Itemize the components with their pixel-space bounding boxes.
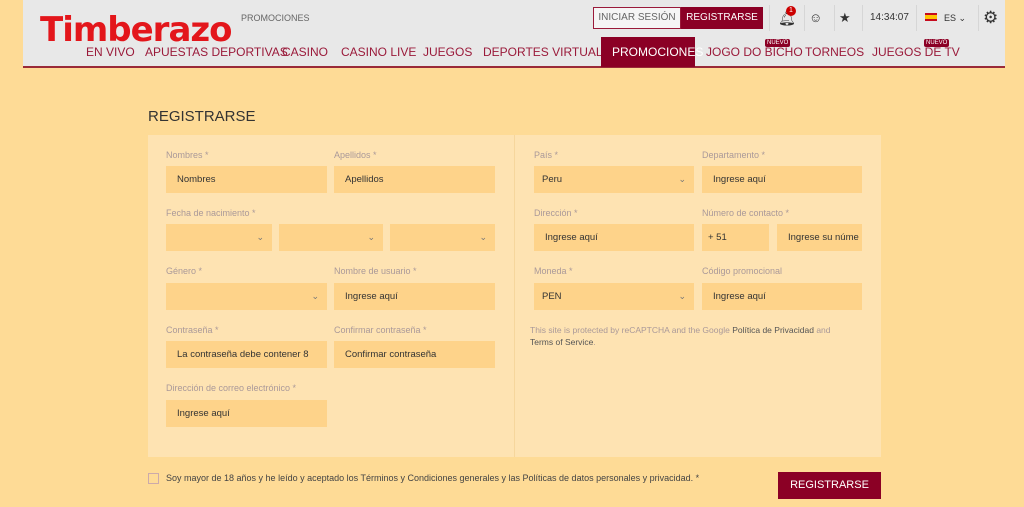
page-title: REGISTRARSE [148,108,256,125]
registration-form: Nombres * Nombres Apellidos * Apellidos … [148,135,881,457]
chevron-down-icon: ⌄ [678,291,686,301]
legal-text: This site is protected by reCAPTCHA and … [530,325,733,335]
breadcrumb: PROMOCIONES [241,13,310,23]
confirm-password-input[interactable]: Confirmar contraseña [334,341,495,368]
pais-value: Peru [542,174,563,185]
chevron-down-icon: ⌄ [678,174,686,184]
new-badge: NUEVO [924,39,950,47]
confirm-password-label: Confirmar contraseña * [334,325,427,335]
email-input[interactable]: Ingrese aquí [166,400,327,427]
email-label: Dirección de correo electrónico * [166,383,297,393]
divider [978,5,979,31]
nav-en-vivo[interactable]: EN VIVO [86,37,135,67]
contacto-label: Número de contacto * [702,208,790,218]
header: Timberazo PROMOCIONES INICIAR SESIÓN REG… [23,0,1005,68]
departamento-input[interactable]: Ingrese aquí [702,166,862,193]
apellidos-input[interactable]: Apellidos [334,166,495,193]
phone-prefix-input[interactable]: + 51 [702,224,769,251]
nav-torneos[interactable]: TORNEOS [805,37,864,67]
divider [769,5,770,31]
chevron-down-icon: ⌄ [311,291,319,301]
nombres-input[interactable]: Nombres [166,166,327,193]
moneda-select[interactable]: PEN ⌄ [534,283,694,310]
register-button[interactable]: REGISTRARSE [681,7,763,29]
phone-number-input[interactable]: Ingrese su núme [777,224,862,251]
notification-badge: 1 [786,6,796,16]
support-agent-icon[interactable]: ☺ [809,7,822,29]
genero-label: Género * [166,266,203,276]
password-input[interactable]: La contraseña debe contener 8 [166,341,327,368]
spain-flag-icon [925,13,937,21]
birth-year-select[interactable]: ⌄ [390,224,495,251]
moneda-label: Moneda * [534,266,573,276]
legal-text: . [593,337,596,347]
chevron-down-icon: ⌄ [367,232,375,242]
nav-casino[interactable]: CASINO [282,37,328,67]
nav-apuestas-deportivas[interactable]: APUESTAS DEPORTIVAS [145,37,288,67]
login-button[interactable]: INICIAR SESIÓN [593,7,681,29]
password-label: Contraseña * [166,325,219,335]
privacy-link[interactable]: Política de Privacidad [732,325,814,335]
direccion-label: Dirección * [534,208,578,218]
direccion-input[interactable]: Ingrese aquí [534,224,694,251]
nav-deportes-virtuales[interactable]: DEPORTES VIRTUALES [483,37,619,67]
birthdate-label: Fecha de nacimiento * [166,208,256,218]
nav-promociones[interactable]: PROMOCIONES [601,37,703,67]
chevron-down-icon: ⌄ [479,232,487,242]
nav-juegos[interactable]: JUEGOS [423,37,472,67]
language-label: ES [944,13,957,23]
legal-text: and [813,325,831,335]
new-badge: NUEVO [765,39,791,47]
birth-day-select[interactable]: ⌄ [166,224,272,251]
star-icon[interactable]: ★ [839,7,851,29]
clock: 14:34:07 [870,12,909,23]
usuario-input[interactable]: Ingrese aquí [334,283,495,310]
moneda-value: PEN [542,291,562,302]
gear-icon[interactable]: ⚙ [983,7,998,29]
pais-label: País * [534,150,559,160]
column-divider [514,135,515,457]
divider [804,5,805,31]
birth-month-select[interactable]: ⌄ [279,224,383,251]
departamento-label: Departamento * [702,150,766,160]
genero-select[interactable]: ⌄ [166,283,327,310]
pais-select[interactable]: Peru ⌄ [534,166,694,193]
terms-of-service-link[interactable]: Terms of Service [530,337,593,347]
divider [862,5,863,31]
promo-label: Código promocional [702,266,783,276]
submit-register-button[interactable]: REGISTRARSE [778,472,881,499]
promo-input[interactable]: Ingrese aquí [702,283,862,310]
apellidos-label: Apellidos * [334,150,377,160]
accept-terms-label: Soy mayor de 18 años y he leído y acepta… [166,473,700,483]
divider [916,5,917,31]
usuario-label: Nombre de usuario * [334,266,417,276]
language-selector[interactable]: ES ⌄ [944,7,966,29]
nombres-label: Nombres * [166,150,209,160]
recaptcha-notice: This site is protected by reCAPTCHA and … [530,324,850,348]
accept-terms-checkbox[interactable] [148,473,159,484]
chevron-down-icon: ⌄ [256,232,264,242]
divider [834,5,835,31]
nav-casino-live[interactable]: CASINO LIVE [341,37,416,67]
